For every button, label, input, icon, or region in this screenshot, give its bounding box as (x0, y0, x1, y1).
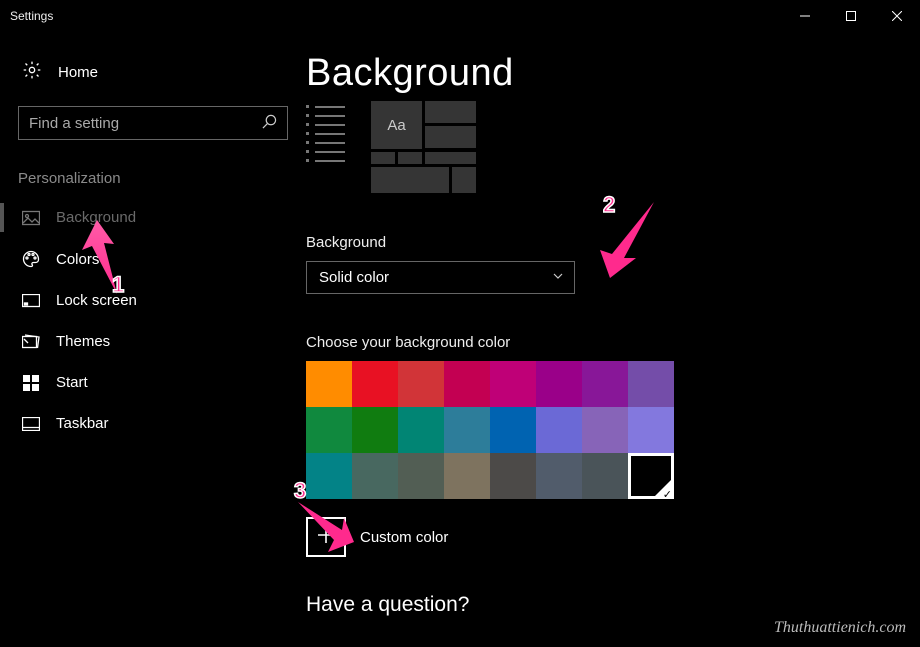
desktop-preview: Aa (306, 101, 910, 194)
color-swatch[interactable] (582, 453, 628, 499)
sidebar-item-label: Themes (56, 333, 110, 350)
sidebar-item-themes[interactable]: Themes (0, 321, 306, 362)
color-swatch[interactable] (306, 361, 352, 407)
window-title: Settings (10, 9, 53, 23)
color-swatch[interactable] (490, 361, 536, 407)
page-title: Background (306, 52, 910, 95)
preview-sample-text: Aa (371, 101, 422, 149)
color-swatch[interactable] (628, 407, 674, 453)
background-dropdown[interactable]: Solid color (306, 261, 575, 294)
picture-icon (22, 210, 40, 226)
preview-tiles: Aa (371, 101, 476, 194)
home-label: Home (58, 64, 98, 81)
sidebar-item-lockscreen[interactable]: Lock screen (0, 280, 306, 321)
color-swatch[interactable] (628, 361, 674, 407)
color-swatch[interactable] (352, 453, 398, 499)
chevron-down-icon (552, 269, 564, 286)
color-swatch-grid (306, 361, 674, 499)
color-swatch[interactable] (490, 453, 536, 499)
sidebar-item-label: Colors (56, 251, 99, 268)
watermark: Thuthuattienich.com (774, 619, 906, 637)
lockscreen-icon (22, 294, 40, 308)
maximize-button[interactable] (828, 0, 874, 32)
sidebar: Home Find a setting Personalization Back… (0, 32, 306, 647)
search-icon (262, 114, 277, 132)
color-swatch[interactable] (444, 453, 490, 499)
dropdown-value: Solid color (319, 269, 389, 286)
sidebar-item-label: Background (56, 209, 136, 226)
background-field-label: Background (306, 234, 910, 251)
sidebar-item-taskbar[interactable]: Taskbar (0, 403, 306, 444)
color-swatch[interactable] (398, 407, 444, 453)
main-content: Background Aa Background Solid color (306, 32, 920, 647)
custom-color-label: Custom color (360, 529, 448, 546)
color-swatch[interactable] (306, 453, 352, 499)
color-swatch[interactable] (398, 453, 444, 499)
search-placeholder: Find a setting (29, 115, 119, 132)
title-bar: Settings (0, 0, 920, 32)
color-swatch[interactable] (306, 407, 352, 453)
color-swatch[interactable] (352, 407, 398, 453)
color-swatch[interactable] (444, 407, 490, 453)
custom-color-button[interactable] (306, 517, 346, 557)
color-swatch[interactable] (536, 407, 582, 453)
close-button[interactable] (874, 0, 920, 32)
window-controls (782, 0, 920, 32)
color-swatch[interactable] (582, 407, 628, 453)
taskbar-icon (22, 417, 40, 431)
sidebar-item-background[interactable]: Background (0, 197, 306, 238)
category-header: Personalization (0, 140, 306, 197)
search-input[interactable]: Find a setting (18, 106, 288, 140)
plus-icon (317, 526, 335, 549)
sidebar-item-label: Start (56, 374, 88, 391)
choose-color-label: Choose your background color (306, 334, 910, 351)
color-swatch[interactable] (536, 453, 582, 499)
preview-text-lines (306, 101, 345, 194)
start-icon (22, 375, 40, 391)
palette-icon (22, 250, 40, 268)
minimize-button[interactable] (782, 0, 828, 32)
color-swatch[interactable] (444, 361, 490, 407)
sidebar-item-label: Taskbar (56, 415, 109, 432)
color-swatch[interactable] (490, 407, 536, 453)
sidebar-item-start[interactable]: Start (0, 362, 306, 403)
color-swatch[interactable] (398, 361, 444, 407)
color-swatch[interactable] (582, 361, 628, 407)
sidebar-item-colors[interactable]: Colors (0, 238, 306, 280)
sidebar-item-label: Lock screen (56, 292, 137, 309)
color-swatch[interactable] (352, 361, 398, 407)
have-a-question: Have a question? (306, 593, 910, 617)
color-swatch[interactable] (628, 453, 674, 499)
color-swatch[interactable] (536, 361, 582, 407)
themes-icon (22, 334, 40, 350)
gear-icon (22, 60, 42, 84)
home-link[interactable]: Home (0, 54, 306, 90)
